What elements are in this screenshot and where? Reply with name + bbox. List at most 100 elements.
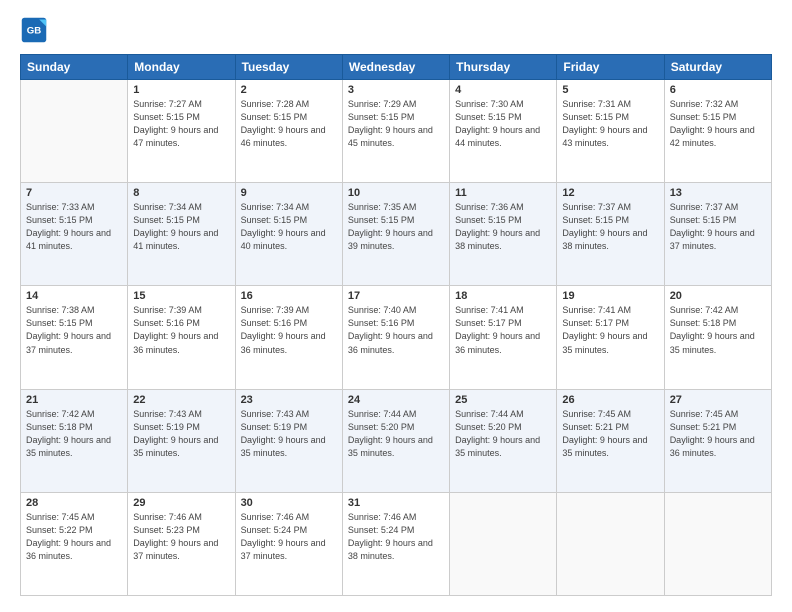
day-number: 24 bbox=[348, 394, 444, 406]
day-info: Sunrise: 7:37 AMSunset: 5:15 PMDaylight:… bbox=[670, 201, 766, 253]
calendar-cell: 5 Sunrise: 7:31 AMSunset: 5:15 PMDaylight… bbox=[557, 80, 664, 183]
logo: GB bbox=[20, 16, 52, 44]
day-number: 25 bbox=[455, 394, 551, 406]
day-info: Sunrise: 7:42 AMSunset: 5:18 PMDaylight:… bbox=[26, 408, 122, 460]
day-number: 1 bbox=[133, 84, 229, 96]
calendar-cell: 6Sunrise: 7:32 AMSunset: 5:15 PMDaylight… bbox=[664, 80, 771, 183]
calendar-cell: 31 Sunrise: 7:46 AMSunset: 5:24 PMDayligh… bbox=[342, 492, 449, 595]
day-number: 15 bbox=[133, 290, 229, 302]
calendar-cell: 20 Sunrise: 7:42 AMSunset: 5:18 PMDayligh… bbox=[664, 286, 771, 389]
calendar-cell: 19 Sunrise: 7:41 AMSunset: 5:17 PMDayligh… bbox=[557, 286, 664, 389]
day-info: Sunrise: 7:37 AMSunset: 5:15 PMDaylight:… bbox=[562, 201, 658, 253]
calendar-cell: 4 Sunrise: 7:30 AMSunset: 5:15 PMDaylight… bbox=[450, 80, 557, 183]
day-number: 13 bbox=[670, 187, 766, 199]
day-number: 18 bbox=[455, 290, 551, 302]
calendar-cell: 7Sunrise: 7:33 AMSunset: 5:15 PMDaylight… bbox=[21, 183, 128, 286]
day-number: 17 bbox=[348, 290, 444, 302]
day-number: 19 bbox=[562, 290, 658, 302]
day-info: Sunrise: 7:44 AMSunset: 5:20 PMDaylight:… bbox=[455, 408, 551, 460]
calendar-table: SundayMondayTuesdayWednesdayThursdayFrid… bbox=[20, 54, 772, 596]
day-number: 26 bbox=[562, 394, 658, 406]
calendar-cell: 11Sunrise: 7:36 AMSunset: 5:15 PMDayligh… bbox=[450, 183, 557, 286]
day-number: 12 bbox=[562, 187, 658, 199]
calendar-cell: 30 Sunrise: 7:46 AMSunset: 5:24 PMDayligh… bbox=[235, 492, 342, 595]
calendar-cell bbox=[21, 80, 128, 183]
day-info: Sunrise: 7:33 AMSunset: 5:15 PMDaylight:… bbox=[26, 201, 122, 253]
calendar-cell: 8 Sunrise: 7:34 AMSunset: 5:15 PMDaylight… bbox=[128, 183, 235, 286]
calendar-week-row: 21 Sunrise: 7:42 AMSunset: 5:18 PMDayligh… bbox=[21, 389, 772, 492]
day-number: 3 bbox=[348, 84, 444, 96]
calendar-cell bbox=[664, 492, 771, 595]
logo-icon: GB bbox=[20, 16, 48, 44]
day-info: Sunrise: 7:45 AMSunset: 5:21 PMDaylight:… bbox=[670, 408, 766, 460]
day-info: Sunrise: 7:34 AMSunset: 5:15 PMDaylight:… bbox=[241, 201, 337, 253]
calendar-cell: 12 Sunrise: 7:37 AMSunset: 5:15 PMDayligh… bbox=[557, 183, 664, 286]
calendar-week-row: 1 Sunrise: 7:27 AMSunset: 5:15 PMDaylight… bbox=[21, 80, 772, 183]
calendar-week-row: 14Sunrise: 7:38 AMSunset: 5:15 PMDayligh… bbox=[21, 286, 772, 389]
day-number: 20 bbox=[670, 290, 766, 302]
calendar-cell: 15 Sunrise: 7:39 AMSunset: 5:16 PMDayligh… bbox=[128, 286, 235, 389]
day-number: 2 bbox=[241, 84, 337, 96]
weekday-header-thursday: Thursday bbox=[450, 55, 557, 80]
calendar-week-row: 7Sunrise: 7:33 AMSunset: 5:15 PMDaylight… bbox=[21, 183, 772, 286]
day-number: 10 bbox=[348, 187, 444, 199]
day-info: Sunrise: 7:43 AMSunset: 5:19 PMDaylight:… bbox=[241, 408, 337, 460]
day-info: Sunrise: 7:46 AMSunset: 5:24 PMDaylight:… bbox=[348, 511, 444, 563]
day-info: Sunrise: 7:46 AMSunset: 5:23 PMDaylight:… bbox=[133, 511, 229, 563]
calendar-cell: 14Sunrise: 7:38 AMSunset: 5:15 PMDayligh… bbox=[21, 286, 128, 389]
day-info: Sunrise: 7:31 AMSunset: 5:15 PMDaylight:… bbox=[562, 98, 658, 150]
day-number: 21 bbox=[26, 394, 122, 406]
day-info: Sunrise: 7:27 AMSunset: 5:15 PMDaylight:… bbox=[133, 98, 229, 150]
day-info: Sunrise: 7:46 AMSunset: 5:24 PMDaylight:… bbox=[241, 511, 337, 563]
header: GB bbox=[20, 16, 772, 44]
day-info: Sunrise: 7:34 AMSunset: 5:15 PMDaylight:… bbox=[133, 201, 229, 253]
day-info: Sunrise: 7:44 AMSunset: 5:20 PMDaylight:… bbox=[348, 408, 444, 460]
calendar-cell: 28 Sunrise: 7:45 AMSunset: 5:22 PMDayligh… bbox=[21, 492, 128, 595]
weekday-header-tuesday: Tuesday bbox=[235, 55, 342, 80]
calendar-cell: 22 Sunrise: 7:43 AMSunset: 5:19 PMDayligh… bbox=[128, 389, 235, 492]
day-number: 22 bbox=[133, 394, 229, 406]
day-number: 5 bbox=[562, 84, 658, 96]
day-info: Sunrise: 7:32 AMSunset: 5:15 PMDaylight:… bbox=[670, 98, 766, 150]
weekday-header-wednesday: Wednesday bbox=[342, 55, 449, 80]
day-info: Sunrise: 7:45 AMSunset: 5:22 PMDaylight:… bbox=[26, 511, 122, 563]
weekday-header-row: SundayMondayTuesdayWednesdayThursdayFrid… bbox=[21, 55, 772, 80]
day-number: 29 bbox=[133, 497, 229, 509]
day-info: Sunrise: 7:35 AMSunset: 5:15 PMDaylight:… bbox=[348, 201, 444, 253]
day-number: 30 bbox=[241, 497, 337, 509]
day-info: Sunrise: 7:41 AMSunset: 5:17 PMDaylight:… bbox=[455, 304, 551, 356]
day-number: 23 bbox=[241, 394, 337, 406]
svg-text:GB: GB bbox=[27, 26, 41, 37]
calendar-cell: 13 Sunrise: 7:37 AMSunset: 5:15 PMDayligh… bbox=[664, 183, 771, 286]
day-info: Sunrise: 7:39 AMSunset: 5:16 PMDaylight:… bbox=[133, 304, 229, 356]
calendar-cell: 23 Sunrise: 7:43 AMSunset: 5:19 PMDayligh… bbox=[235, 389, 342, 492]
day-number: 14 bbox=[26, 290, 122, 302]
day-number: 9 bbox=[241, 187, 337, 199]
day-number: 31 bbox=[348, 497, 444, 509]
calendar-cell: 2 Sunrise: 7:28 AMSunset: 5:15 PMDaylight… bbox=[235, 80, 342, 183]
day-number: 16 bbox=[241, 290, 337, 302]
calendar-cell: 29 Sunrise: 7:46 AMSunset: 5:23 PMDayligh… bbox=[128, 492, 235, 595]
calendar-cell: 21 Sunrise: 7:42 AMSunset: 5:18 PMDayligh… bbox=[21, 389, 128, 492]
calendar-cell: 16Sunrise: 7:39 AMSunset: 5:16 PMDayligh… bbox=[235, 286, 342, 389]
weekday-header-sunday: Sunday bbox=[21, 55, 128, 80]
calendar-cell bbox=[450, 492, 557, 595]
calendar-cell bbox=[557, 492, 664, 595]
day-info: Sunrise: 7:45 AMSunset: 5:21 PMDaylight:… bbox=[562, 408, 658, 460]
calendar-cell: 3 Sunrise: 7:29 AMSunset: 5:15 PMDaylight… bbox=[342, 80, 449, 183]
calendar-cell: 27Sunrise: 7:45 AMSunset: 5:21 PMDayligh… bbox=[664, 389, 771, 492]
day-info: Sunrise: 7:42 AMSunset: 5:18 PMDaylight:… bbox=[670, 304, 766, 356]
calendar-cell: 25 Sunrise: 7:44 AMSunset: 5:20 PMDayligh… bbox=[450, 389, 557, 492]
day-info: Sunrise: 7:43 AMSunset: 5:19 PMDaylight:… bbox=[133, 408, 229, 460]
calendar-cell: 26 Sunrise: 7:45 AMSunset: 5:21 PMDayligh… bbox=[557, 389, 664, 492]
day-info: Sunrise: 7:29 AMSunset: 5:15 PMDaylight:… bbox=[348, 98, 444, 150]
calendar-cell: 17Sunrise: 7:40 AMSunset: 5:16 PMDayligh… bbox=[342, 286, 449, 389]
day-number: 4 bbox=[455, 84, 551, 96]
day-number: 28 bbox=[26, 497, 122, 509]
calendar-cell: 9 Sunrise: 7:34 AMSunset: 5:15 PMDaylight… bbox=[235, 183, 342, 286]
day-number: 8 bbox=[133, 187, 229, 199]
day-info: Sunrise: 7:30 AMSunset: 5:15 PMDaylight:… bbox=[455, 98, 551, 150]
day-info: Sunrise: 7:28 AMSunset: 5:15 PMDaylight:… bbox=[241, 98, 337, 150]
calendar-week-row: 28 Sunrise: 7:45 AMSunset: 5:22 PMDayligh… bbox=[21, 492, 772, 595]
day-info: Sunrise: 7:41 AMSunset: 5:17 PMDaylight:… bbox=[562, 304, 658, 356]
